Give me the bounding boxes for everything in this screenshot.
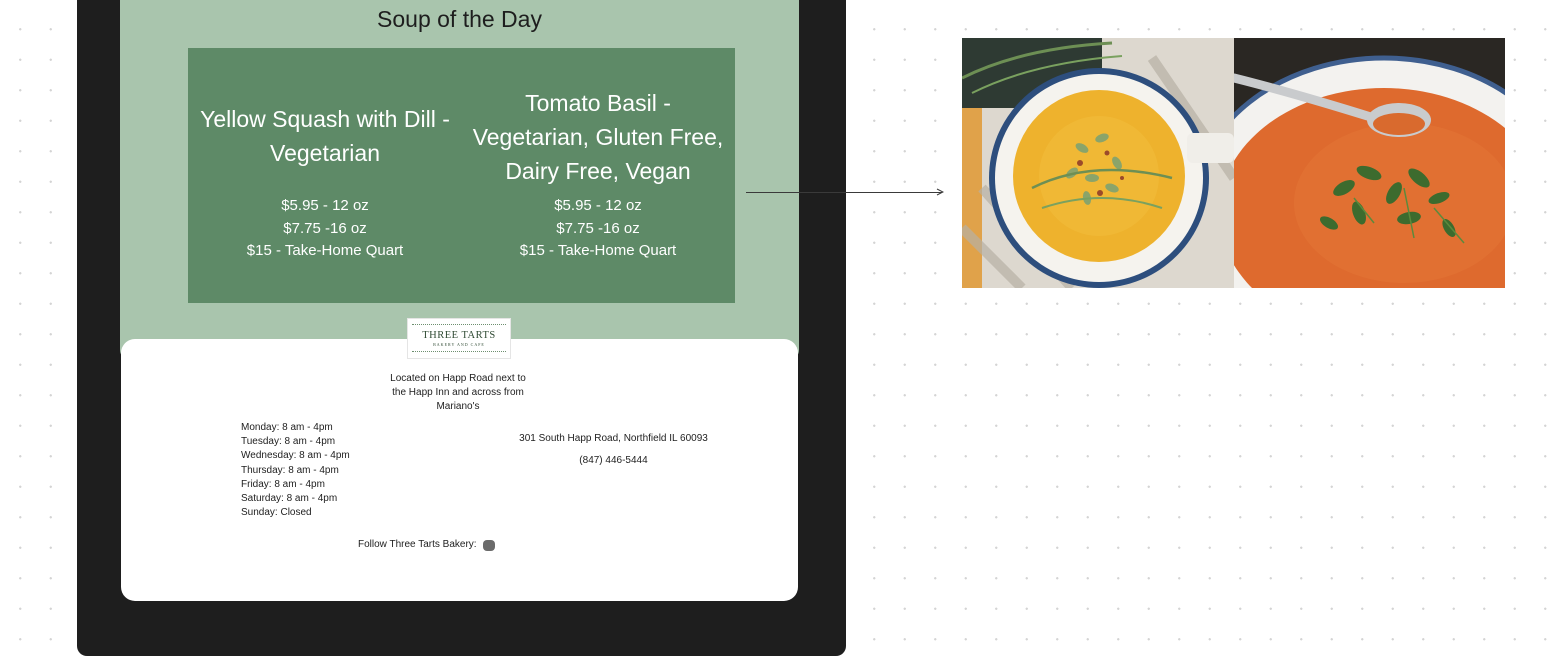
logo-sub-text: BAKERY AND CAFE [433,342,485,347]
address-text: 301 South Happ Road, Northfield IL 60093 [519,433,708,444]
soup-name: Tomato Basil - Vegetarian, Gluten Free, … [472,90,724,184]
follow-label: Follow Three Tarts Bakery: [358,539,477,550]
soup-prices: $5.95 - 12 oz $7.75 -16 oz $15 - Take-Ho… [461,195,735,263]
price-12oz: $5.95 - 12 oz [281,197,369,214]
hours-sunday: Sunday: Closed [241,507,312,519]
soup-name: Yellow Squash with Dill - Vegetarian [200,106,450,166]
price-12oz: $5.95 - 12 oz [554,197,642,214]
price-quart: $15 - Take-Home Quart [246,242,404,259]
price-16oz: $7.75 -16 oz [556,219,640,237]
hours-wednesday: Wednesday: 8 am - 4pm [241,450,350,462]
prototype-connector-line [746,192,942,193]
soup-prices: $5.95 - 12 oz $7.75 -16 oz $15 - Take-Ho… [188,195,462,263]
social-media-icon[interactable] [482,539,495,551]
three-tarts-logo: THREE TARTS BAKERY AND CAFE [407,318,511,359]
follow-row: Follow Three Tarts Bakery: [358,538,495,552]
price-quart: $15 - Take-Home Quart [519,242,677,259]
tomato-soup-photo [1234,38,1505,288]
hours-thursday: Thursday: 8 am - 4pm [241,464,339,476]
logo-vine-bottom [412,351,506,358]
location-text: Located on Happ Road next to the Happ In… [390,373,526,413]
arrow-right-icon [936,188,944,196]
hours-monday: Monday: 8 am - 4pm [241,422,333,433]
hours-friday: Friday: 8 am - 4pm [241,478,325,490]
opening-hours: Monday: 8 am - 4pm Tuesday: 8 am - 4pm W… [241,421,350,520]
soup-item: Tomato Basil - Vegetarian, Gluten Free, … [461,48,735,303]
logo-main-text: THREE TARTS [422,330,496,341]
squash-soup-photo [962,38,1234,288]
phone-number: (847) 446-5444 [579,455,648,466]
hours-tuesday: Tuesday: 8 am - 4pm [241,436,336,448]
price-16oz: $7.75 -16 oz [283,219,367,237]
soup-panel: Yellow Squash with Dill - Vegetarian $5.… [188,48,735,303]
soup-item: Yellow Squash with Dill - Vegetarian $5.… [188,48,462,303]
hours-saturday: Saturday: 8 am - 4pm [241,493,338,505]
menu-title: Soup of the Day [377,6,542,32]
